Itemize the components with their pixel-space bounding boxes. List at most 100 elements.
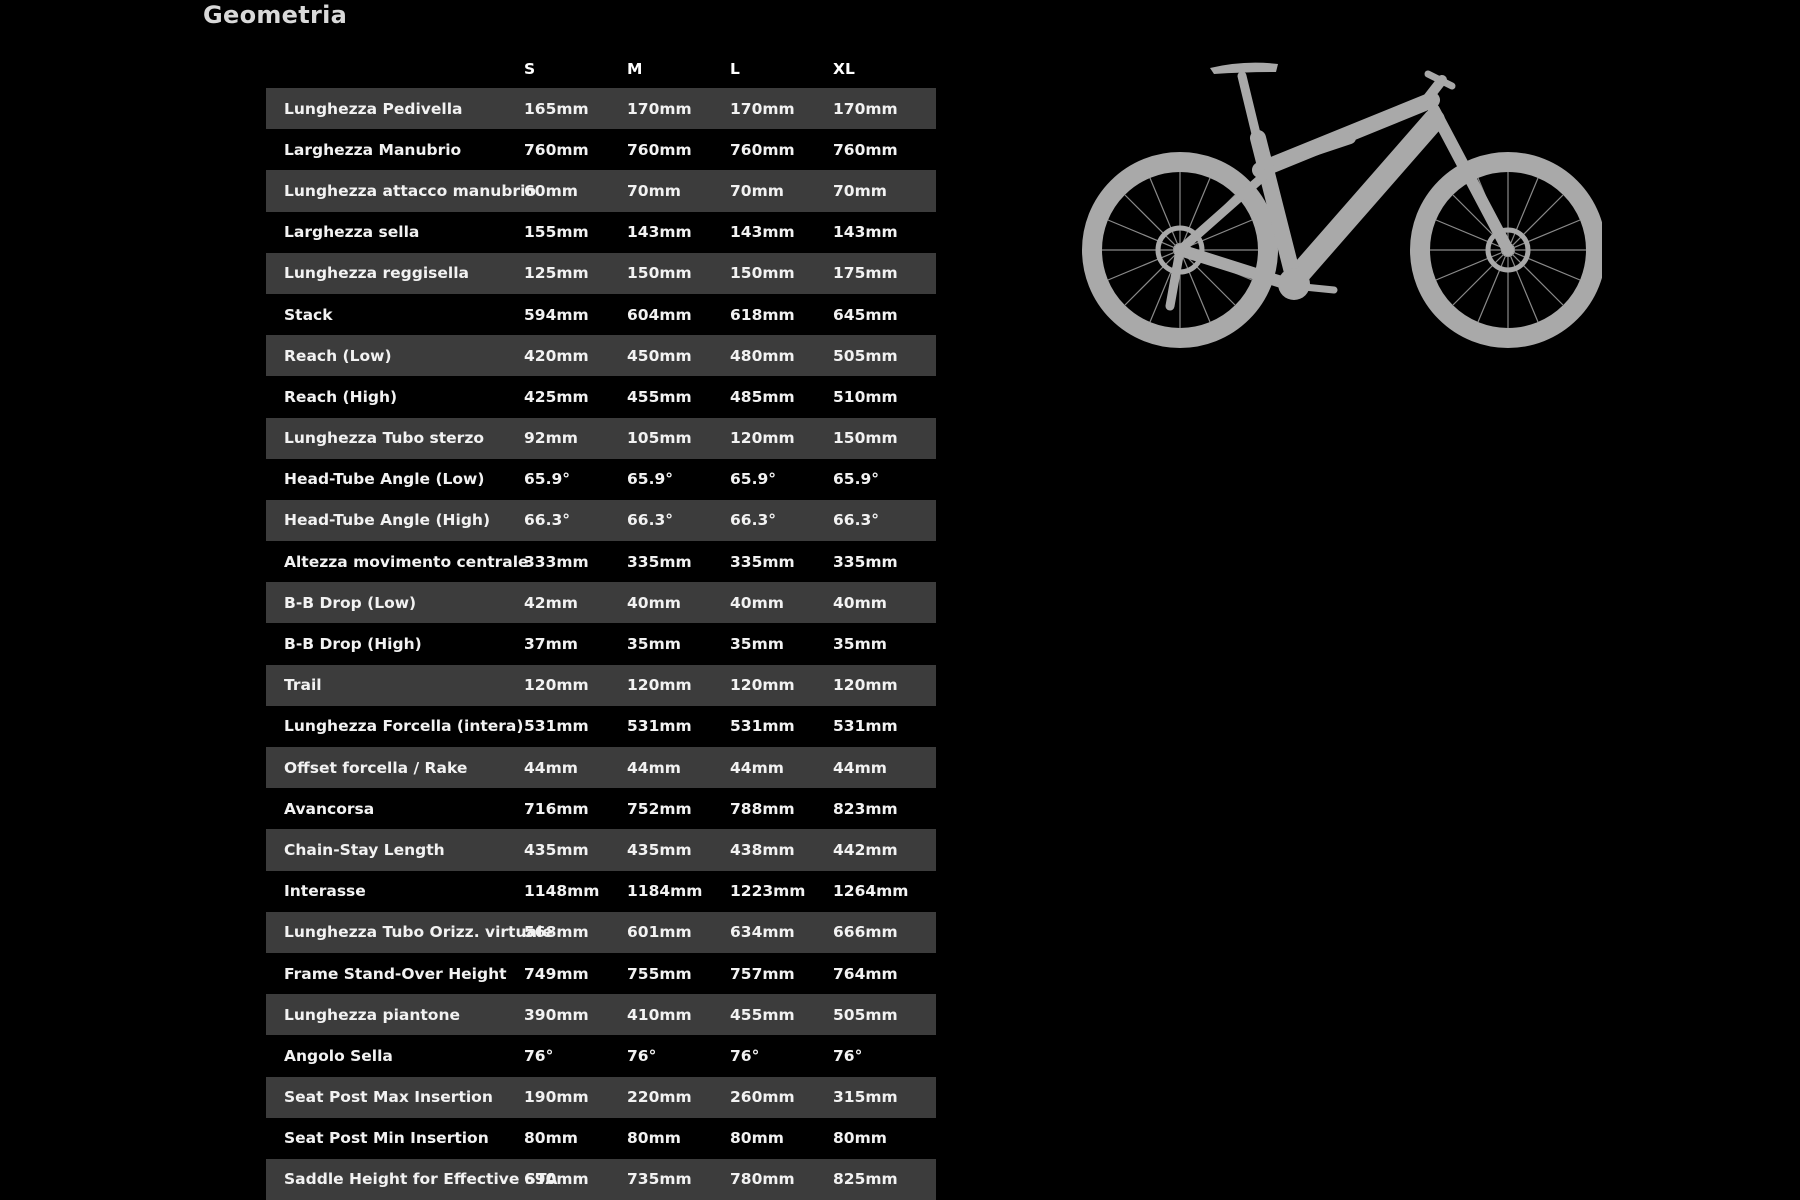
row-value: 435mm [627, 840, 692, 859]
row-value: 764mm [833, 964, 898, 983]
row-value: 70mm [627, 181, 681, 200]
row-value: 60mm [524, 181, 578, 200]
table-header-row: S M L XL [266, 50, 936, 88]
row-value: 66.3° [833, 511, 879, 530]
row-value: 666mm [833, 923, 898, 942]
row-label: Larghezza sella [284, 223, 420, 242]
row-label: Lunghezza Pedivella [284, 99, 463, 118]
row-label: Altezza movimento centrale [284, 552, 529, 571]
page-title: Geometria [203, 1, 348, 29]
size-header-l: L [730, 60, 740, 78]
row-value: 335mm [730, 552, 795, 571]
row-value: 1184mm [627, 882, 703, 901]
row-value: 455mm [627, 387, 692, 406]
table-row: Lunghezza piantone 390mm 410mm 455mm 505mm [266, 994, 936, 1036]
table-row: Frame Stand-Over Height 749mm 755mm 757mm 76… [266, 952, 936, 995]
row-value: 40mm [730, 593, 784, 612]
row-value: 65.9° [524, 470, 570, 489]
row-value: 505mm [833, 1005, 898, 1024]
row-value: 410mm [627, 1005, 692, 1024]
table-body: Lunghezza Pedivella 165mm 170mm 170mm 170mm L… [266, 88, 936, 1200]
row-value: 66.3° [627, 511, 673, 530]
row-value: 44mm [524, 758, 578, 777]
row-value: 70mm [833, 181, 887, 200]
row-value: 35mm [833, 635, 887, 654]
row-value: 42mm [524, 593, 578, 612]
row-value: 170mm [627, 99, 692, 118]
row-value: 76° [627, 1046, 657, 1065]
row-value: 1148mm [524, 882, 600, 901]
row-value: 531mm [833, 717, 898, 736]
mountain-bike-icon [1082, 62, 1602, 348]
row-label: Reach (Low) [284, 346, 392, 365]
row-label: Lunghezza attacco manubrio [284, 181, 537, 200]
table-row: Lunghezza attacco manubrio 60mm 70mm 70mm 70… [266, 170, 936, 212]
table-row: Larghezza sella 155mm 143mm 143mm 143mm [266, 211, 936, 253]
row-label: Lunghezza Tubo sterzo [284, 429, 484, 448]
table-row: Avancorsa 716mm 752mm 788mm 823mm [266, 788, 936, 830]
row-value: 420mm [524, 346, 589, 365]
row-value: 531mm [730, 717, 795, 736]
row-value: 755mm [627, 964, 692, 983]
row-value: 190mm [524, 1088, 589, 1107]
row-label: Lunghezza Forcella (intera) [284, 717, 524, 736]
row-value: 760mm [730, 140, 795, 159]
row-value: 760mm [833, 140, 898, 159]
row-value: 92mm [524, 429, 578, 448]
row-value: 333mm [524, 552, 589, 571]
row-value: 425mm [524, 387, 589, 406]
row-value: 485mm [730, 387, 795, 406]
table-row: Lunghezza Tubo Orizz. virtuale 568mm 601mm… [266, 911, 936, 953]
row-label: Frame Stand-Over Height [284, 964, 507, 983]
row-value: 604mm [627, 305, 692, 324]
table-row: Lunghezza Tubo sterzo 92mm 105mm 120mm 150mm [266, 417, 936, 459]
row-value: 645mm [833, 305, 898, 324]
row-value: 165mm [524, 99, 589, 118]
row-value: 35mm [730, 635, 784, 654]
row-value: 76° [833, 1046, 863, 1065]
row-value: 40mm [627, 593, 681, 612]
table-row: Reach (Low) 420mm 450mm 480mm 505mm [266, 335, 936, 377]
row-value: 76° [730, 1046, 760, 1065]
row-value: 825mm [833, 1170, 898, 1189]
table-row: Trail 120mm 120mm 120mm 120mm [266, 664, 936, 706]
row-value: 155mm [524, 223, 589, 242]
row-value: 76° [524, 1046, 554, 1065]
table-row: Head-Tube Angle (High) 66.3° 66.3° 66.3° 66.… [266, 499, 936, 542]
row-label: Lunghezza reggisella [284, 264, 469, 283]
row-value: 757mm [730, 964, 795, 983]
row-value: 70mm [730, 181, 784, 200]
row-value: 105mm [627, 429, 692, 448]
table-row: Angolo Sella 76° 76° 76° 76° [266, 1035, 936, 1077]
row-value: 634mm [730, 923, 795, 942]
table-row: Lunghezza Pedivella 165mm 170mm 170mm 170mm [266, 88, 936, 130]
row-value: 690mm [524, 1170, 589, 1189]
row-value: 120mm [730, 429, 795, 448]
size-header-xl: XL [833, 60, 855, 78]
row-label: Reach (High) [284, 387, 398, 406]
row-value: 150mm [833, 429, 898, 448]
row-value: 788mm [730, 799, 795, 818]
row-value: 44mm [730, 758, 784, 777]
row-value: 37mm [524, 635, 578, 654]
row-value: 823mm [833, 799, 898, 818]
row-value: 435mm [524, 840, 589, 859]
table-row: Larghezza Manubrio 760mm 760mm 760mm 760mm [266, 129, 936, 171]
row-label: Saddle Height for Effective STA [284, 1170, 558, 1189]
row-value: 618mm [730, 305, 795, 324]
table-row: Offset forcella / Rake 44mm 44mm 44mm 44mm [266, 747, 936, 789]
row-value: 80mm [730, 1129, 784, 1148]
row-value: 120mm [833, 676, 898, 695]
row-label: Head-Tube Angle (High) [284, 511, 491, 530]
row-value: 143mm [627, 223, 692, 242]
row-value: 125mm [524, 264, 589, 283]
row-value: 601mm [627, 923, 692, 942]
row-value: 65.9° [730, 470, 776, 489]
row-value: 455mm [730, 1005, 795, 1024]
row-value: 1223mm [730, 882, 806, 901]
row-value: 44mm [833, 758, 887, 777]
row-label: Chain-Stay Length [284, 840, 445, 859]
row-value: 66.3° [730, 511, 776, 530]
row-label: Seat Post Max Insertion [284, 1088, 493, 1107]
row-value: 752mm [627, 799, 692, 818]
